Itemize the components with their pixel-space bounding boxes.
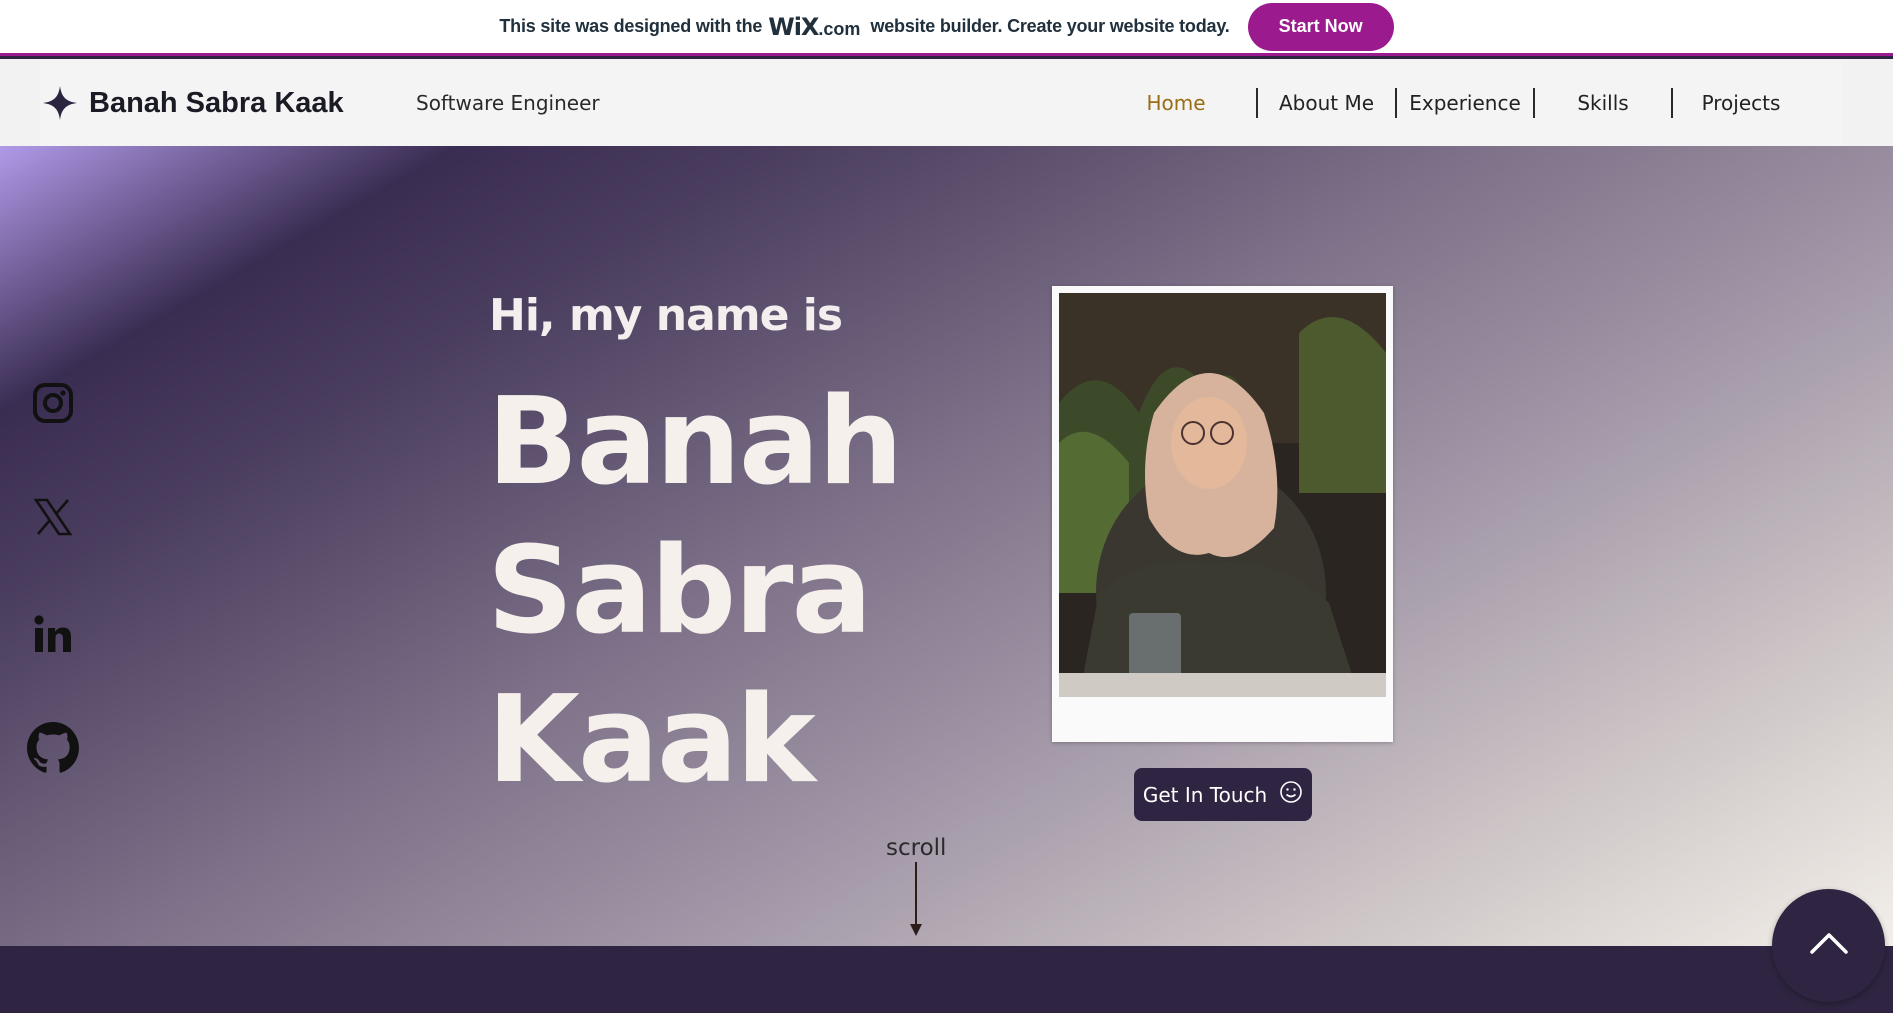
wix-logo-text: WiX [768, 12, 819, 41]
hero-greeting: Hi, my name is [489, 290, 843, 341]
brand-name: Banah Sabra Kaak [89, 86, 344, 119]
nav-home[interactable]: Home [1124, 91, 1228, 115]
next-section-band [0, 946, 1893, 1013]
hero-name-line: Banah [487, 373, 903, 512]
start-now-button[interactable]: Start Now [1247, 2, 1394, 51]
hero-name-line: Kaak [487, 671, 816, 810]
sparkle-star-icon [43, 86, 77, 120]
wix-dotcom: .com [818, 18, 861, 39]
linkedin-icon[interactable] [27, 608, 79, 660]
main-nav: Home About Me Experience Skills Projects [1124, 60, 1809, 146]
site-header: Banah Sabra Kaak Software Engineer Home … [40, 60, 1842, 146]
header-tagline: Software Engineer [416, 91, 600, 115]
nav-experience[interactable]: Experience [1397, 91, 1533, 115]
get-in-touch-button[interactable]: Get In Touch [1134, 768, 1312, 821]
brand[interactable]: Banah Sabra Kaak [43, 86, 344, 120]
hero-name-line: Sabra [487, 522, 872, 661]
hero-section [0, 146, 1893, 946]
wix-promo-banner: This site was designed with the WiX .com … [0, 0, 1893, 56]
smiley-icon [1279, 780, 1303, 809]
nav-projects[interactable]: Projects [1673, 91, 1809, 115]
instagram-icon[interactable] [27, 377, 79, 429]
back-to-top-button[interactable] [1772, 889, 1885, 1002]
banner-text-before: This site was designed with the [499, 16, 763, 36]
profile-photo-frame [1052, 286, 1393, 742]
scroll-down-arrow-icon[interactable] [906, 862, 926, 943]
scroll-label: scroll [886, 835, 947, 861]
get-in-touch-label: Get In Touch [1142, 782, 1268, 807]
x-twitter-icon[interactable] [27, 491, 79, 543]
chevron-up-icon [1809, 931, 1849, 960]
profile-photo [1059, 293, 1386, 697]
nav-about-me[interactable]: About Me [1258, 91, 1395, 115]
nav-skills[interactable]: Skills [1535, 91, 1671, 115]
wix-logo: WiX .com [768, 13, 860, 41]
github-icon[interactable] [27, 722, 79, 774]
banner-text-after: website builder. Create your website tod… [870, 16, 1230, 36]
